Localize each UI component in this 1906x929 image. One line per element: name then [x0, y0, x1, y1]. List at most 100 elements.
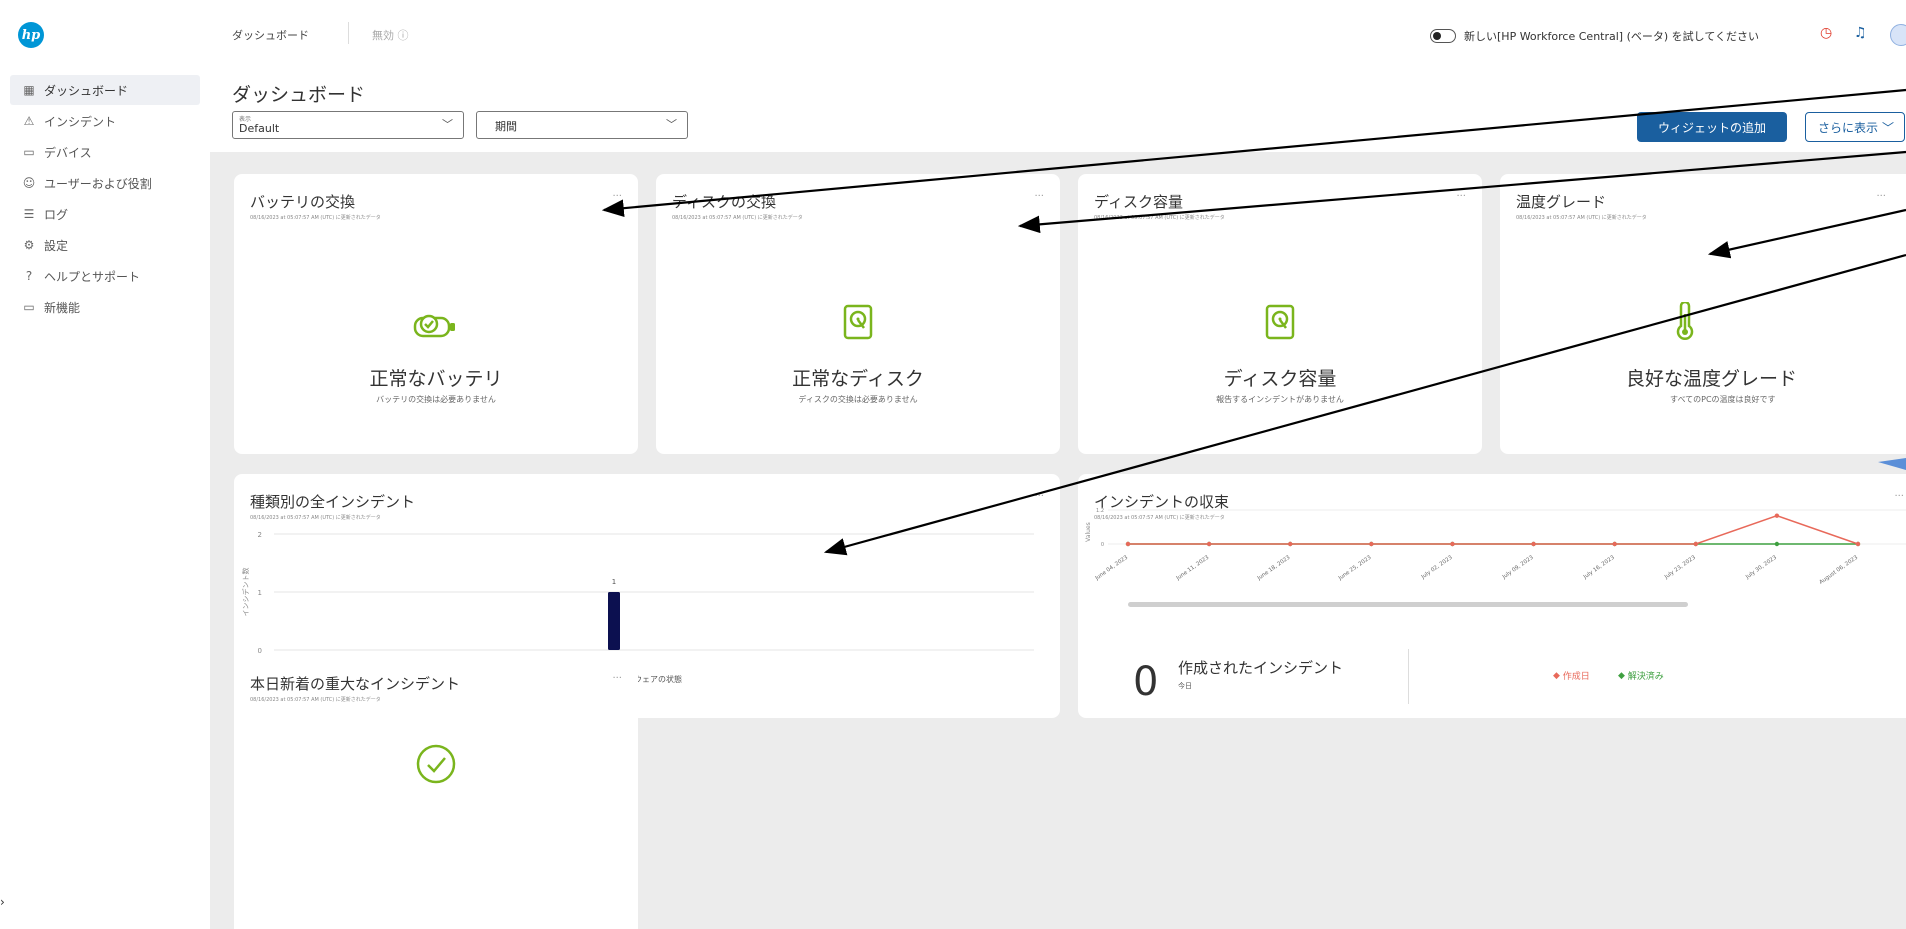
avatar[interactable] [1890, 24, 1906, 46]
y-tick-label: 2 [258, 531, 262, 539]
chevron-down-icon: ﹀ [1882, 120, 1895, 135]
sidebar-item-label: ヘルプとサポート [44, 269, 141, 284]
page-header: ダッシュボード 表示 Default ﹀ 期間 ﹀ ウィジェットの追加 さらに表… [210, 70, 1906, 152]
gear-icon: ⚙ [23, 238, 35, 252]
x-tick-label: June 18, 2023 [1256, 554, 1292, 582]
hp-logo[interactable]: hp [18, 22, 44, 48]
data-point [1206, 541, 1212, 547]
data-point [1450, 541, 1455, 547]
sidebar-item-label: インシデント [44, 114, 117, 129]
y-tick-label: 1 [258, 589, 262, 597]
more-button-label: さらに表示 [1818, 120, 1879, 135]
chart-scrollbar [1128, 602, 1688, 607]
series-line [1128, 514, 1859, 545]
status-title: ディスク容量 [1223, 368, 1337, 390]
card-subtitle: 08/16/2023 at 05:07:57 AM (UTC) に更新されたデー… [250, 215, 381, 221]
status-title: 良好な温度グレード [1626, 368, 1798, 390]
card-title: ディスク容量 [1094, 193, 1183, 211]
data-point [1693, 541, 1698, 547]
card-menu-icon[interactable]: ··· [1456, 191, 1466, 202]
card-subtitle: 08/16/2023 at 05:07:57 AM (UTC) に更新されたデー… [672, 215, 803, 221]
battery-card: バッテリの交換 08/16/2023 at 05:07:57 AM (UTC) … [234, 174, 638, 454]
data-point [1288, 541, 1293, 547]
status-subtitle: すべてのPCの温度は良好です [1670, 395, 1776, 404]
beta-promo-text: 新しい[HP Workforce Central] (ベータ) を試してください [1464, 30, 1760, 43]
alert-icon[interactable]: ◷ [1820, 25, 1832, 41]
period-select[interactable]: 期間 ﹀ [476, 111, 688, 139]
users-icon: ☺ [22, 176, 36, 190]
card-subtitle: 08/16/2023 at 05:07:57 AM (UTC) に更新されたデー… [1094, 215, 1225, 221]
legend-label: 作成日 [1562, 672, 1590, 682]
card-title: 本日新着の重大なインシデント [250, 675, 461, 693]
card-subtitle: 08/16/2023 at 05:07:57 AM (UTC) に更新されたデー… [250, 697, 381, 703]
disk-capacity-card: ディスク容量 08/16/2023 at 05:07:57 AM (UTC) に… [1078, 174, 1482, 454]
status-title: 正常なバッテリ [369, 368, 503, 390]
sidebar-item-logs[interactable]: ☰ ログ [10, 199, 200, 229]
disk-icon [843, 304, 873, 344]
sidebar-item-help[interactable]: ? ヘルプとサポート [10, 261, 200, 291]
created-count-label: 作成されたインシデント [1178, 659, 1344, 677]
y-axis-label: インシデント数 [241, 568, 250, 617]
thermometer-icon [1674, 300, 1696, 346]
help-icon: ? [25, 269, 33, 283]
card-menu-icon[interactable]: ··· [1876, 191, 1886, 202]
x-tick-label: July 16, 2023 [1582, 554, 1616, 580]
card-menu-icon[interactable]: ··· [612, 673, 622, 684]
y-tick-label: 0 [258, 647, 262, 655]
legend-line-icon: ◆ [1553, 670, 1560, 681]
card-menu-icon[interactable]: ··· [612, 191, 622, 202]
breadcrumb[interactable]: ダッシュボード [232, 27, 309, 43]
dashboard-grid-icon: ▦ [23, 83, 35, 97]
data-point [1125, 541, 1131, 547]
sidebar-item-settings[interactable]: ⚙ 設定 [10, 230, 200, 260]
more-button[interactable]: さらに表示 ﹀ [1805, 112, 1905, 142]
check-circle-icon [416, 744, 456, 788]
x-tick-label: August 06, 2023 [1818, 554, 1859, 585]
legend-created[interactable]: ◆ 作成日 [1553, 669, 1590, 683]
sidebar-item-whats-new[interactable]: ▭ 新機能 [10, 292, 200, 322]
collapse-handle-icon[interactable]: › [0, 895, 5, 909]
x-tick-label: July 23, 2023 [1663, 554, 1697, 580]
legend-resolved[interactable]: ◆ 解決済み [1618, 669, 1664, 683]
bell-icon[interactable]: ♫ [1854, 25, 1867, 41]
x-tick-label: July 02, 2023 [1420, 554, 1454, 580]
chevron-down-icon: ﹀ [442, 118, 453, 131]
disk-replacement-card: ディスクの交換 08/16/2023 at 05:07:57 AM (UTC) … [656, 174, 1060, 454]
sidebar-item-label: ログ [44, 207, 69, 222]
top-bar: ダッシュボード 無効 ⓘ 新しい[HP Workforce Central] (… [210, 0, 1906, 70]
page-title: ダッシュボード [232, 84, 366, 106]
status-subtitle: ディスクの交換は必要ありません [798, 395, 918, 404]
sidebar-item-users[interactable]: ☺ ユーザーおよび役割 [10, 168, 200, 198]
card-title: 温度グレード [1516, 193, 1607, 211]
dashboard-content: バッテリの交換 08/16/2023 at 05:07:57 AM (UTC) … [210, 152, 1906, 929]
bar [608, 592, 620, 650]
data-point [1855, 541, 1861, 547]
y-tick-label: 1.2 [1096, 508, 1104, 514]
add-widget-button[interactable]: ウィジェットの追加 [1637, 112, 1787, 142]
chevron-down-icon: ﹀ [666, 118, 677, 131]
data-point [1774, 541, 1780, 547]
view-select[interactable]: 表示 Default ﹀ [232, 111, 464, 139]
x-tick-label: June 04, 2023 [1094, 554, 1130, 582]
line-chart: 0 1.2 Values June 04, 2023 June 11, 2023 June… [1085, 508, 1906, 607]
log-list-icon: ☰ [23, 207, 35, 221]
view-select-value: Default [239, 122, 280, 135]
y-axis-label: Values [1085, 522, 1092, 542]
created-count-period: 今日 [1178, 682, 1192, 690]
device-icon: ▭ [23, 145, 35, 159]
sidebar-item-incidents[interactable]: ⚠ インシデント [10, 106, 200, 136]
beta-toggle[interactable] [1430, 29, 1456, 43]
x-tick-label: June 11, 2023 [1175, 554, 1211, 582]
sidebar-nav: ▦ ダッシュボード ⚠ インシデント ▭ デバイス ☺ ユーザーおよび役割 ☰ ログ ⚙ 設… [10, 75, 200, 323]
battery-check-icon [413, 312, 459, 344]
sidebar: hp ▦ ダッシュボード ⚠ インシデント ▭ デバイス ☺ ユーザーおよび役割 ☰ ログ… [0, 0, 210, 929]
card-menu-icon[interactable]: ··· [1034, 191, 1044, 202]
period-select-value: 期間 [495, 120, 517, 133]
sidebar-item-label: 設定 [44, 238, 69, 253]
status-subtitle: 報告するインシデントがありません [1216, 395, 1344, 404]
data-label: 1 [612, 578, 616, 586]
warning-triangle-icon: ⚠ [23, 114, 35, 128]
sidebar-item-dashboard[interactable]: ▦ ダッシュボード [10, 75, 200, 105]
status-title: 正常なディスク [792, 368, 924, 390]
sidebar-item-devices[interactable]: ▭ デバイス [10, 137, 200, 167]
